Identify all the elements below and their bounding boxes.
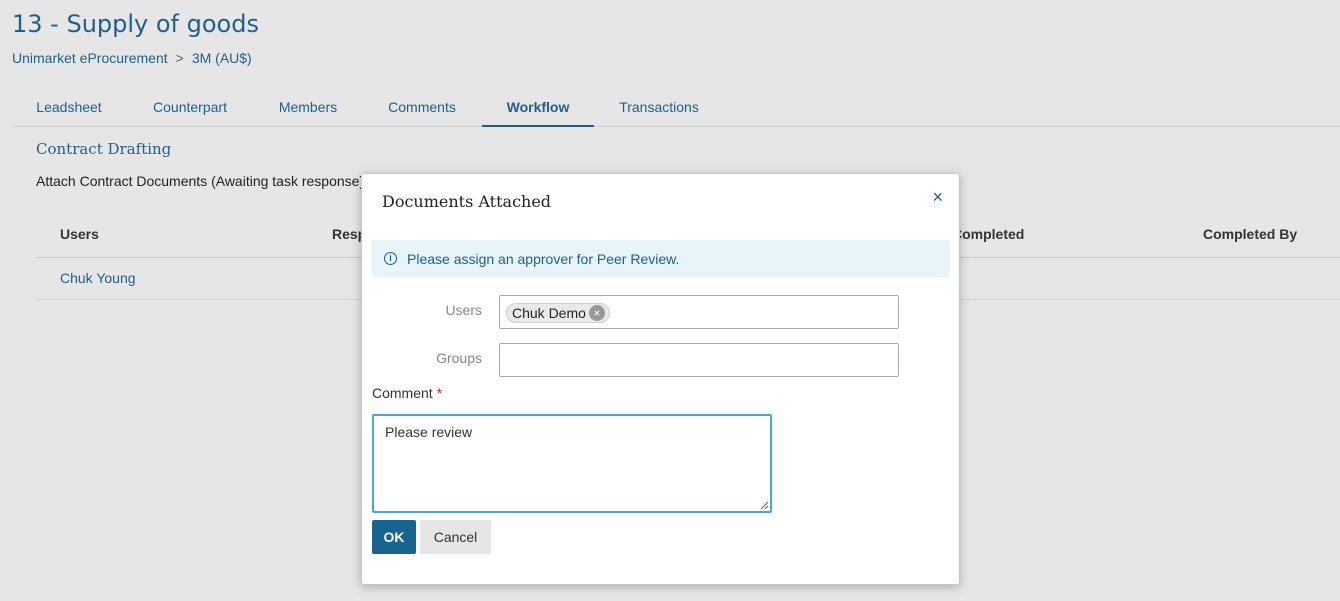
users-input[interactable]: Chuk Demo × — [499, 295, 899, 329]
user-chip: Chuk Demo × — [506, 303, 610, 323]
page-title: 13 - Supply of goods — [12, 10, 259, 38]
tab-comments[interactable]: Comments — [374, 88, 470, 127]
user-chip-label: Chuk Demo — [512, 305, 586, 321]
tab-transactions[interactable]: Transactions — [606, 88, 712, 127]
remove-chip-icon[interactable]: × — [588, 305, 605, 321]
column-header-users: Users — [60, 226, 99, 242]
section-title: Contract Drafting — [36, 140, 172, 158]
alert-text: Please assign an approver for Peer Revie… — [407, 250, 680, 267]
comment-textarea[interactable]: Please review — [372, 414, 772, 513]
comment-label: Comment * — [372, 385, 442, 401]
table-row-user[interactable]: Chuk Young — [60, 270, 136, 286]
breadcrumb: Unimarket eProcurement >3M (AU$) — [12, 50, 252, 66]
groups-label: Groups — [436, 350, 482, 366]
breadcrumb-item-eprocurement[interactable]: Unimarket eProcurement — [12, 50, 168, 66]
tab-members[interactable]: Members — [262, 88, 354, 127]
ok-button[interactable]: OK — [372, 520, 416, 554]
column-header-completed-by: Completed By — [1203, 226, 1298, 242]
breadcrumb-item-3m[interactable]: 3M (AU$) — [192, 50, 252, 66]
info-alert: i Please assign an approver for Peer Rev… — [372, 240, 949, 277]
tab-counterpart[interactable]: Counterpart — [138, 88, 242, 127]
users-label: Users — [445, 302, 482, 318]
close-icon[interactable]: × — [932, 188, 943, 206]
required-marker: * — [436, 385, 443, 401]
breadcrumb-separator: > — [175, 50, 184, 66]
groups-input[interactable] — [499, 343, 899, 377]
dialog-title: Documents Attached — [382, 192, 552, 211]
resize-grip-icon[interactable] — [759, 500, 769, 510]
cancel-button[interactable]: Cancel — [420, 520, 491, 554]
tab-bar: Leadsheet Counterpart Members Comments W… — [12, 88, 1340, 127]
comment-label-text: Comment — [372, 385, 433, 401]
tab-leadsheet[interactable]: Leadsheet — [12, 88, 126, 127]
tab-workflow[interactable]: Workflow — [482, 88, 594, 127]
info-icon: i — [384, 252, 397, 265]
documents-attached-dialog: Documents Attached × i Please assign an … — [361, 173, 960, 585]
column-header-completed: Completed — [952, 226, 1025, 242]
task-description: Attach Contract Documents (Awaiting task… — [36, 173, 365, 189]
